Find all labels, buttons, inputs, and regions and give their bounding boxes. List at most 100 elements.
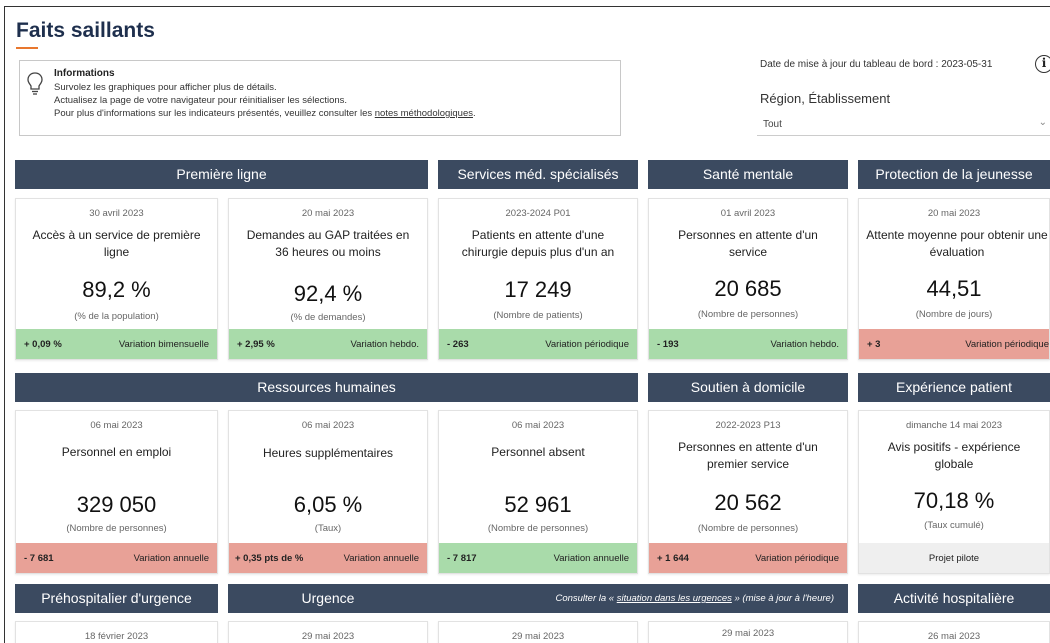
kpi-card[interactable]: 29 mai 2023 [438,621,638,643]
section-soutien-domicile: Soutien à domicile [648,373,848,402]
kpi-card[interactable]: 06 mai 2023 Personnel absent 52 961 (Nom… [438,410,638,574]
card-unit: (Nombre de patients) [493,310,583,321]
card-unit: (Nombre de jours) [915,309,993,320]
card-footer: + 0,35 pts de % Variation annuelle [229,543,427,573]
kpi-card[interactable]: 06 mai 2023 Heures supplémentaires 6,05 … [228,410,428,574]
card-footer: - 193 Variation hebdo. [649,329,847,359]
urgence-note-suffix: » (mise à jour à l'heure) [731,593,834,604]
card-delta: - 263 [447,339,469,350]
card-value: 70,18 % [913,488,995,513]
card-date: 30 avril 2023 [89,208,144,219]
card-variation: Variation périodique [965,339,1049,350]
chevron-down-icon: ⌄ [1038,117,1047,128]
kpi-card[interactable]: 2023-2024 P01 Patients en attente d'une … [438,198,638,360]
lightbulb-icon [27,72,43,95]
info-line-2: Actualisez la page de votre navigateur p… [54,95,348,106]
card-variation: Variation périodique [545,339,629,350]
card-variation: Variation hebdo. [350,339,420,350]
card-date: 2023-2024 P01 [505,208,571,219]
info-heading: Informations [54,68,115,79]
region-filter-select[interactable]: Tout ⌄ [757,113,1050,136]
card-date: 01 avril 2023 [720,208,776,219]
info-icon[interactable]: i [1035,55,1050,73]
card-date: 18 février 2023 [84,631,149,642]
section-experience-patient: Expérience patient [858,373,1050,402]
card-label: Avis positifs - expérience globale [887,440,1021,471]
kpi-card[interactable]: 18 février 2023 [15,621,218,643]
card-date: 06 mai 2023 [301,420,355,431]
section-services-med: Services méd. spécialisés [438,160,638,189]
card-date: 06 mai 2023 [511,420,565,431]
card-value: 92,4 % [293,281,363,306]
card-delta: - 7 817 [447,553,477,564]
section-protection-jeunesse: Protection de la jeunesse [858,160,1050,189]
card-value: 20 562 [714,490,782,515]
info-line-1: Survolez les graphiques pour afficher pl… [54,82,277,93]
info-line-3: Pour plus d'informations sur les indicat… [54,108,476,119]
card-footer: - 7 681 Variation annuelle [16,543,217,573]
card-variation: Variation annuelle [553,553,629,564]
card-value: 52 961 [504,492,572,517]
urgence-note: Consulter la « situation dans les urgenc… [555,584,834,613]
card-unit: (Nombre de personnes) [66,523,167,534]
card-date: 2022-2023 P13 [715,420,781,431]
kpi-card[interactable]: 2022-2023 P13 Personnes en attente d'un … [648,410,848,574]
methodology-notes-link[interactable]: notes méthodologiques [375,108,473,119]
card-variation: Variation périodique [755,553,839,564]
card-footer: + 0,09 % Variation bimensuelle [16,329,217,359]
card-footer: + 2,95 % Variation hebdo. [229,329,427,359]
title-accent-bar [16,47,38,49]
card-unit: (% de la population) [74,311,159,322]
kpi-card[interactable]: 30 avril 2023 Accès à un service de prem… [15,198,218,360]
info-line-3-text: Pour plus d'informations sur les indicat… [54,108,375,119]
card-value: 20 685 [714,276,782,301]
card-label: Personnes en attente d'un service [678,228,818,259]
page-title: Faits saillants [16,19,155,42]
kpi-card[interactable]: 06 mai 2023 Personnel en emploi 329 050 … [15,410,218,574]
card-delta: - 193 [657,339,679,350]
card-footer: Projet pilote [859,543,1049,573]
card-date: 20 mai 2023 [301,208,355,219]
card-unit: (Taux cumulé) [924,520,984,531]
info-panel: Informations Survolez les graphiques pou… [19,60,621,136]
card-unit: (Taux) [314,523,342,534]
section-ressources-humaines: Ressources humaines [15,373,638,402]
update-date: Date de mise à jour du tableau de bord :… [760,59,993,70]
card-footer: - 7 817 Variation annuelle [439,543,637,573]
kpi-card[interactable]: 26 mai 2023 [858,621,1050,643]
card-value: 6,05 % [293,492,363,517]
info-line-3-suffix: . [473,108,476,119]
card-label: Personnes en attente d'un premier servic… [678,440,818,471]
kpi-card[interactable]: 20 mai 2023 Attente moyenne pour obtenir… [858,198,1050,360]
card-label: Heures supplémentaires [262,446,394,460]
kpi-card[interactable]: 29 mai 2023 [648,621,848,643]
kpi-card[interactable]: 01 avril 2023 Personnes en attente d'un … [648,198,848,360]
card-variation: Variation annuelle [343,553,419,564]
card-footer: + 3 Variation périodique [859,329,1049,359]
section-prehospitalier: Préhospitalier d'urgence [15,584,218,613]
card-unit: (Nombre de personnes) [487,523,589,534]
card-delta: + 2,95 % [237,339,275,350]
kpi-card[interactable]: 20 mai 2023 Demandes au GAP traitées en … [228,198,428,360]
card-value: 17 249 [504,277,572,302]
urgence-note-prefix: Consulter la « [555,593,617,604]
card-date: 29 mai 2023 [721,628,775,639]
kpi-card[interactable]: 29 mai 2023 [228,621,428,643]
card-variation: Variation annuelle [133,553,209,564]
kpi-card[interactable]: dimanche 14 mai 2023 Avis positifs - exp… [858,410,1050,574]
card-label: Patients en attente d'une chirurgie depu… [461,228,615,259]
card-date: 26 mai 2023 [927,631,981,642]
card-label: Demandes au GAP traitées en 36 heures ou… [246,228,410,259]
region-filter-label: Région, Établissement [760,91,891,106]
card-unit: (Nombre de personnes) [697,309,799,320]
section-urgence: Urgence Consulter la « situation dans le… [228,584,848,613]
card-date: 29 mai 2023 [301,631,355,642]
card-footer: + 1 644 Variation périodique [649,543,847,573]
card-value: 44,51 [926,276,982,301]
card-delta: + 0,35 pts de % [235,553,304,564]
urgence-situation-link[interactable]: situation dans les urgences [617,593,732,604]
card-unit: (% de demandes) [290,312,366,323]
section-premiere-ligne: Première ligne [15,160,428,189]
card-value: 89,2 % [82,277,151,302]
card-value: 329 050 [76,492,157,517]
